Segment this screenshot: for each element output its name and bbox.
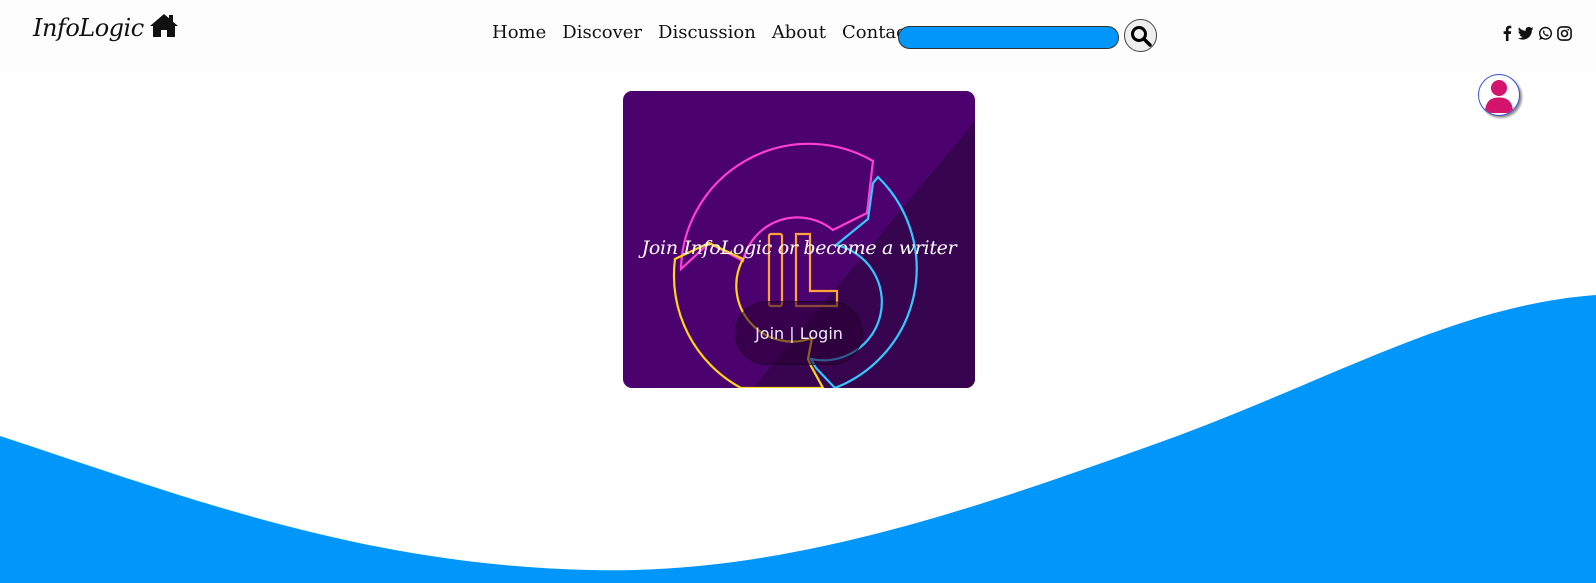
search-button[interactable]	[1124, 19, 1157, 52]
nav-about[interactable]: About	[772, 22, 826, 43]
nav-home[interactable]: Home	[492, 22, 546, 43]
whatsapp-icon[interactable]	[1537, 25, 1553, 41]
home-icon	[149, 12, 179, 38]
facebook-icon[interactable]	[1499, 25, 1515, 41]
nav-discussion[interactable]: Discussion	[658, 22, 756, 43]
social-links	[1499, 25, 1572, 41]
instagram-icon[interactable]	[1556, 25, 1572, 41]
twitter-icon[interactable]	[1518, 25, 1534, 41]
user-icon	[1485, 80, 1513, 113]
search-icon	[1130, 25, 1152, 47]
brand-logo[interactable]: InfoLogic	[33, 14, 179, 42]
banner-title: Join InfoLogic or become a writer	[641, 237, 957, 259]
search-input[interactable]	[898, 26, 1119, 49]
brand-name: InfoLogic	[33, 14, 144, 42]
site-header: InfoLogic Home Discover Discussion About…	[0, 0, 1596, 72]
user-avatar-button[interactable]	[1478, 74, 1520, 116]
decorative-wave	[0, 295, 1596, 583]
nav-discover[interactable]: Discover	[562, 22, 642, 43]
main-nav: Home Discover Discussion About Contact	[492, 22, 929, 43]
